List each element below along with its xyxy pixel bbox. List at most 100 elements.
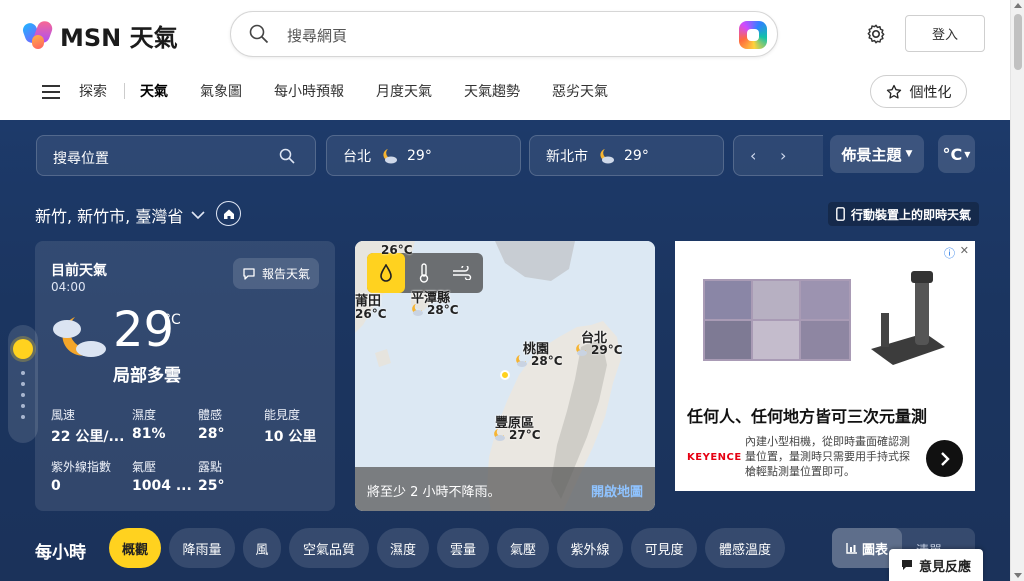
city-chip-taipei[interactable]: 台北 29° [326, 135, 521, 176]
map-temp-label: 28°C [513, 354, 563, 368]
tab-visibility[interactable]: 可見度 [631, 528, 697, 568]
nav-hourly-forecast[interactable]: 每小時預報 [274, 81, 344, 101]
rail-dot[interactable] [21, 393, 25, 397]
nav-weather-maps[interactable]: 氣象圖 [200, 81, 242, 101]
copilot-icon[interactable] [739, 21, 767, 49]
ad-product-image [675, 241, 975, 391]
stat-visibility: 能見度 10 公里 [264, 406, 344, 446]
stat-label: 紫外線指數 [51, 460, 112, 474]
weather-map-card[interactable]: 26°C 莆田 26°C 平潭縣 28°C 桃園 28°C 台北 29°C 豐原… [355, 241, 655, 511]
stat-value: 25° [198, 478, 225, 494]
city-temp: 29° [407, 147, 432, 164]
scroll-down-icon[interactable] [1014, 573, 1022, 578]
tab-feels-like[interactable]: 體感溫度 [705, 528, 785, 568]
map-temp-value: 27°C [509, 428, 541, 442]
chevron-right-icon[interactable]: › [780, 146, 786, 165]
mobile-weather-link[interactable]: 行動裝置上的即時天氣 [828, 202, 980, 226]
tab-air-quality[interactable]: 空氣品質 [289, 528, 369, 568]
logo-text: MSN 天氣 [60, 24, 178, 52]
map-temp-label: 26°C [381, 243, 413, 257]
raindrop-icon [380, 264, 392, 282]
nav-bar: 探索 天氣 氣象圖 每小時預報 月度天氣 天氣趨勢 惡劣天氣 個性化 [0, 66, 1010, 120]
open-map-link[interactable]: 開啟地圖 [591, 481, 643, 500]
stat-value: 1004 ... [132, 478, 192, 494]
signin-button[interactable]: 登入 [905, 15, 985, 52]
rail-dot[interactable] [21, 415, 25, 419]
page-scrollbar[interactable] [1010, 0, 1024, 581]
map-footer: 將至少 2 小時不降雨。 開啟地圖 [355, 467, 655, 511]
location-search-placeholder: 搜尋位置 [53, 151, 109, 167]
tab-precipitation[interactable]: 降雨量 [169, 528, 235, 568]
nav-explore[interactable]: 探索 [79, 81, 107, 101]
adchoices-icon[interactable]: ⓘ [944, 245, 955, 261]
side-rail [8, 325, 38, 443]
personalize-label: 個性化 [909, 84, 952, 101]
scroll-up-icon[interactable] [1014, 3, 1022, 8]
msn-butterfly-icon [21, 18, 55, 51]
mobile-link-label: 行動裝置上的即時天氣 [851, 207, 972, 222]
gear-icon[interactable] [865, 23, 887, 45]
city-name: 新北市 [546, 148, 588, 165]
partly-cloudy-night-icon [383, 148, 397, 163]
hourly-section-title: 每小時 [35, 543, 86, 563]
map-temp-label: 27°C [491, 428, 541, 442]
scrollbar-thumb[interactable] [1014, 14, 1022, 70]
precipitation-layer-button[interactable] [367, 253, 405, 293]
thermometer-icon [419, 263, 429, 283]
chevron-right-icon [940, 451, 950, 466]
home-icon [223, 209, 234, 219]
city-temp: 29° [624, 147, 649, 164]
city-chip-partial[interactable] [733, 135, 823, 176]
theme-label: 佈景主題 [841, 145, 902, 164]
unit-dropdown[interactable]: °C ▼ [938, 135, 975, 173]
feedback-label: 意見反應 [918, 559, 971, 575]
tab-uv[interactable]: 紫外線 [557, 528, 623, 568]
web-search-box[interactable]: 搜尋網頁 [230, 11, 778, 57]
nav-weather-trends[interactable]: 天氣趨勢 [464, 81, 520, 101]
home-location-button[interactable] [216, 201, 241, 226]
partly-cloudy-night-icon [516, 355, 527, 367]
stat-label: 風速 [51, 408, 76, 422]
tab-overview[interactable]: 概觀 [109, 528, 161, 568]
current-weather-title: 目前天氣 [51, 263, 107, 279]
msn-weather-logo[interactable]: MSN 天氣 [21, 18, 178, 53]
ad-arrow-button[interactable] [926, 440, 963, 477]
map-temp-label: 29°C [573, 343, 623, 357]
current-weather-card: 目前天氣 04:00 報告天氣 29 °C 局部多雲 風速 22 公里/... … [35, 241, 335, 511]
tab-wind[interactable]: 風 [243, 528, 281, 568]
sun-icon[interactable] [13, 339, 33, 359]
rail-dot[interactable] [21, 404, 25, 408]
location-search-input[interactable]: 搜尋位置 [36, 135, 316, 176]
menu-icon[interactable] [42, 85, 60, 99]
feedback-icon [901, 560, 912, 570]
advertisement-card[interactable]: ⓘ ✕ 任何人、任何地方皆可三次元量測 KEYENCE 內建小型相機，從即時畫面… [675, 241, 975, 491]
temperature-unit: °C [164, 312, 181, 328]
search-icon [249, 24, 269, 44]
rail-dot[interactable] [21, 382, 25, 386]
chevron-left-icon[interactable]: ‹ [750, 146, 756, 165]
tab-humidity[interactable]: 濕度 [377, 528, 429, 568]
feedback-button[interactable]: 意見反應 [889, 549, 983, 581]
report-weather-button[interactable]: 報告天氣 [233, 258, 319, 289]
theme-dropdown[interactable]: 佈景主題 ▼ [830, 135, 924, 173]
chart-icon [846, 543, 857, 554]
weather-panel: 搜尋位置 台北 29° 新北市 29° ‹ › 佈景主題 ▼ °C ▼ 新竹, … [0, 120, 1010, 581]
tab-cloud-cover[interactable]: 雲量 [437, 528, 489, 568]
ad-title: 任何人、任何地方皆可三次元量測 [687, 407, 928, 426]
nav-severe-weather[interactable]: 惡劣天氣 [552, 81, 608, 101]
rail-dot[interactable] [21, 371, 25, 375]
map-temp-label: 28°C [409, 303, 459, 317]
stat-label: 氣壓 [132, 460, 157, 474]
city-chip-new-taipei[interactable]: 新北市 29° [529, 135, 724, 176]
stat-pressure: 氣壓 1004 ... [132, 458, 192, 494]
current-location[interactable]: 新竹, 新竹市, 臺灣省 [35, 203, 205, 227]
personalize-button[interactable]: 個性化 [870, 75, 967, 108]
nav-monthly-weather[interactable]: 月度天氣 [376, 81, 432, 101]
precipitation-message: 將至少 2 小時不降雨。 [367, 485, 501, 500]
nav-weather[interactable]: 天氣 [140, 81, 168, 101]
stat-label: 能見度 [264, 408, 301, 422]
map-temp-value: 28°C [531, 354, 563, 368]
tab-pressure[interactable]: 氣壓 [497, 528, 549, 568]
close-icon[interactable]: ✕ [960, 244, 969, 257]
partly-cloudy-night-icon [576, 344, 587, 356]
